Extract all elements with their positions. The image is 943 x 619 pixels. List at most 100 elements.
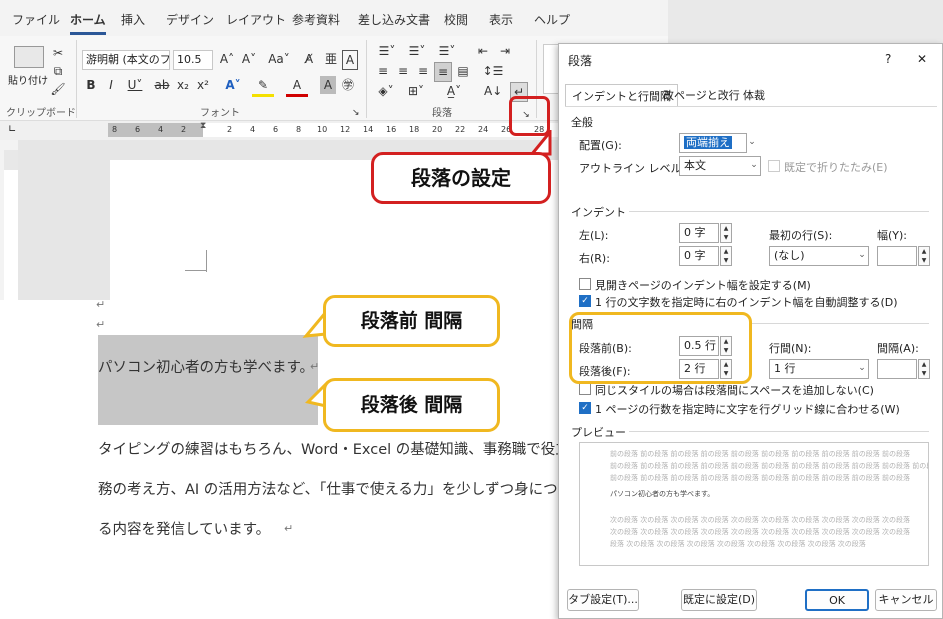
ok-button[interactable]: OK xyxy=(805,589,869,611)
underline-icon[interactable]: U˅ xyxy=(124,76,146,94)
menu-mailings[interactable]: 差し込み文書 xyxy=(358,11,430,28)
phonetic-guide-icon[interactable]: 亜 xyxy=(322,50,340,68)
help-button[interactable]: ? xyxy=(885,52,891,66)
spin-arrows-icon[interactable]: ▲ ▼ xyxy=(918,359,930,379)
callout-space-before: 段落前 間隔 xyxy=(323,295,500,347)
callout-paragraph-settings: 段落の設定 xyxy=(371,152,551,204)
first-line-dropdown[interactable]: (なし) xyxy=(769,246,869,266)
preview-next-line: 段落 次の段落 次の段落 次の段落 次の段落 次の段落 次の段落 次の段落 次の… xyxy=(610,540,866,548)
grid-snap-checkbox[interactable]: ✓ xyxy=(579,402,591,414)
distributed-icon[interactable]: ▤ xyxy=(454,62,472,80)
clear-format-icon[interactable]: A̸ xyxy=(300,50,318,68)
menu-review[interactable]: 校閲 xyxy=(444,11,468,28)
grow-font-icon[interactable]: A˄ xyxy=(218,50,236,68)
document-paragraph-2-line-3[interactable]: る内容を発信しています。 xyxy=(98,518,270,539)
indent-right-label: 右(R): xyxy=(579,252,610,265)
alignment-dropdown[interactable]: 両端揃え xyxy=(679,133,747,153)
italic-icon[interactable]: I xyxy=(104,76,118,94)
collapse-checkbox[interactable] xyxy=(768,160,780,172)
close-button[interactable]: ✕ xyxy=(917,52,927,66)
shrink-font-icon[interactable]: A˅ xyxy=(240,50,258,68)
menu-file[interactable]: ファイル xyxy=(12,11,60,28)
section-indent-label: インデント xyxy=(571,206,626,219)
auto-adjust-checkbox[interactable]: ✓ xyxy=(579,295,591,307)
mirror-indent-checkbox[interactable] xyxy=(579,278,591,290)
tab-selector-icon[interactable]: ∟ xyxy=(8,124,16,135)
numbering-icon[interactable]: ☰˅ xyxy=(404,42,430,60)
align-right-icon[interactable]: ≡ xyxy=(414,62,432,80)
width-input[interactable] xyxy=(877,246,917,266)
document-paragraph-1[interactable]: パソコン初心者の方も学べます。 xyxy=(98,356,314,377)
bold-icon[interactable]: B xyxy=(84,76,98,94)
text-effects-icon[interactable]: A˅ xyxy=(222,76,244,94)
chevron-down-icon[interactable]: ⌄ xyxy=(745,133,759,153)
alignment-label: 配置(G): xyxy=(579,139,622,152)
menu-insert[interactable]: 挿入 xyxy=(121,11,145,28)
enclose-char-icon[interactable]: ㊫ xyxy=(340,76,356,94)
font-color-icon[interactable]: A xyxy=(286,76,308,97)
first-line-label: 最初の行(S): xyxy=(769,229,833,242)
preview-previous-line: 前の段落 前の段落 前の段落 前の段落 前の段落 前の段落 前の段落 前の段落 … xyxy=(610,474,911,482)
menu-references[interactable]: 参考資料 xyxy=(292,11,340,28)
at-input[interactable] xyxy=(877,359,917,379)
ruler-number: 2 xyxy=(227,125,233,134)
menu-home[interactable]: ホーム xyxy=(70,11,106,35)
increase-indent-icon[interactable]: ⇥ xyxy=(496,42,514,60)
menu-view[interactable]: 表示 xyxy=(489,11,513,28)
char-shading-icon[interactable]: A xyxy=(320,76,336,94)
section-preview-label: プレビュー xyxy=(571,426,626,439)
line-spacing-dropdown[interactable]: 1 行 xyxy=(769,359,869,379)
highlight-icon[interactable]: ✎ xyxy=(252,76,274,97)
indent-left-input[interactable]: 0 字 xyxy=(679,223,719,243)
section-divider xyxy=(749,323,929,324)
menu-design[interactable]: デザイン xyxy=(166,11,214,28)
borders-icon[interactable]: ⊞˅ xyxy=(404,82,428,100)
spin-arrows-icon[interactable]: ▲ ▼ xyxy=(720,246,732,266)
asian-layout-icon[interactable]: A̲˅ xyxy=(442,82,466,100)
collapse-label: 既定で折りたたみ(E) xyxy=(784,161,888,174)
spin-arrows-icon[interactable]: ▲ ▼ xyxy=(720,223,732,243)
document-paragraph-2-line-1[interactable]: タイピングの練習はもちろん、Word・Excel の基礎知識、事務職で役立つ xyxy=(98,438,584,459)
subscript-icon[interactable]: x₂ xyxy=(176,76,190,94)
bullets-icon[interactable]: ☰˅ xyxy=(374,42,400,60)
paste-icon[interactable] xyxy=(14,46,44,68)
align-left-icon[interactable]: ≡ xyxy=(374,62,392,80)
chevron-down-icon[interactable]: ⌄ xyxy=(855,246,869,266)
at-label: 間隔(A): xyxy=(877,342,919,355)
ruler-number: 14 xyxy=(363,125,374,134)
spin-arrows-icon[interactable]: ▲ ▼ xyxy=(918,246,930,266)
tabs-button[interactable]: タブ設定(T)... xyxy=(567,589,639,611)
document-paragraph-2-line-2[interactable]: 務の考え方、AI の活用方法など、「仕事で使える力」を少しずつ身につけら xyxy=(98,478,587,499)
line-spacing-icon[interactable]: ↕☰ xyxy=(480,62,506,80)
auto-adjust-label: 1 行の文字数を指定時に右のインデント幅を自動調整する(D) xyxy=(595,296,898,309)
chevron-down-icon[interactable]: ⌄ xyxy=(747,156,761,176)
preview-next-line: 次の段落 次の段落 次の段落 次の段落 次の段落 次の段落 次の段落 次の段落 … xyxy=(610,516,911,524)
indent-right-input[interactable]: 0 字 xyxy=(679,246,719,266)
sort-icon[interactable]: A↓ xyxy=(484,82,502,100)
font-size-combo[interactable]: 10.5 xyxy=(173,50,213,70)
strikethrough-icon[interactable]: ab xyxy=(152,76,172,94)
tab-line-page-breaks[interactable]: 改ページと改行 xyxy=(657,84,746,106)
chevron-down-icon[interactable]: ⌄ xyxy=(855,359,869,379)
menu-help[interactable]: ヘルプ xyxy=(534,11,570,28)
justify-icon[interactable]: ≡ xyxy=(434,62,452,82)
shading-icon[interactable]: ◈˅ xyxy=(374,82,398,100)
change-case-icon[interactable]: Aa˅ xyxy=(264,50,294,68)
multilevel-list-icon[interactable]: ☰˅ xyxy=(434,42,460,60)
copy-icon[interactable]: ⧉ xyxy=(50,62,66,80)
indent-marker-icon[interactable]: ⧗ xyxy=(200,121,206,131)
menu-layout[interactable]: レイアウト xyxy=(226,11,286,28)
decrease-indent-icon[interactable]: ⇤ xyxy=(474,42,492,60)
superscript-icon[interactable]: x² xyxy=(196,76,210,94)
cancel-button[interactable]: キャンセル xyxy=(875,589,937,611)
tab-asian-typography[interactable]: 体裁 xyxy=(737,84,771,106)
same-style-checkbox[interactable] xyxy=(579,383,591,395)
align-center-icon[interactable]: ≡ xyxy=(394,62,412,80)
set-default-button[interactable]: 既定に設定(D) xyxy=(681,589,757,611)
font-name-combo[interactable]: 游明朝 (本文のフ: xyxy=(82,50,170,70)
paste-label[interactable]: 貼り付け xyxy=(8,72,48,87)
format-painter-icon[interactable]: 🖌 xyxy=(50,80,66,98)
char-border-icon[interactable]: A xyxy=(342,50,358,70)
cut-icon[interactable]: ✂ xyxy=(50,44,66,62)
alignment-value: 両端揃え xyxy=(684,136,732,149)
